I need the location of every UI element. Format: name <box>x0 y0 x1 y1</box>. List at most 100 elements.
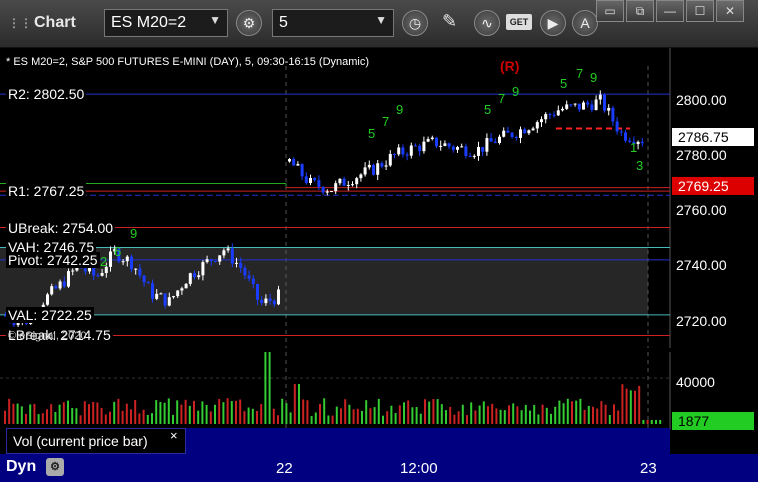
volume-current-tag: 1877 <box>672 412 754 430</box>
volume-bar <box>4 410 6 424</box>
candle-body <box>109 251 112 267</box>
volume-bar <box>197 410 200 424</box>
volume-bar <box>470 402 473 424</box>
price-tick: 2800.00 <box>676 92 727 108</box>
interval-input[interactable]: 5 ▼ <box>272 9 394 37</box>
volume-bar <box>281 398 284 424</box>
volume-bar <box>428 401 431 424</box>
grip-icon[interactable]: ⋮⋮ <box>8 16 32 30</box>
candle-body <box>264 298 268 304</box>
candle-body <box>260 299 264 304</box>
link-icon[interactable]: ⧉ <box>626 0 654 22</box>
pencil-icon[interactable]: ✎ <box>442 11 457 32</box>
candle-body <box>485 138 489 152</box>
price-chart[interactable]: 57957957913269 * ES M20=2, S&P 500 FUTUR… <box>0 48 758 348</box>
level-label: R2: 2802.50 <box>6 86 87 103</box>
candle-body <box>317 180 321 187</box>
chevron-down-icon[interactable]: ▼ <box>375 13 387 27</box>
volume-bar <box>625 388 628 424</box>
alert-icon[interactable]: A <box>572 10 598 36</box>
volume-bar <box>92 401 95 424</box>
candle-body <box>272 300 276 305</box>
maximize-icon[interactable]: ☐ <box>686 0 714 22</box>
candle-body <box>405 154 409 156</box>
symbol-input[interactable]: ES M20=2 ▼ <box>104 9 228 37</box>
volume-bar <box>134 399 137 424</box>
volume-bar <box>327 415 330 424</box>
candle-body <box>330 191 333 193</box>
volume-bar <box>172 414 174 424</box>
price-tick: 2720.00 <box>676 313 727 329</box>
volume-bar <box>235 400 237 424</box>
candle-body <box>351 184 354 186</box>
chevron-down-icon[interactable]: ▼ <box>209 13 221 27</box>
candle-body <box>58 281 62 289</box>
get-icon[interactable]: GET <box>506 14 532 30</box>
copyright: © eSignal, 2020 <box>8 330 87 342</box>
candle-body <box>201 262 205 276</box>
volume-bar <box>75 408 78 424</box>
candle-body <box>640 141 644 144</box>
candle-body <box>561 108 564 111</box>
volume-bar <box>377 398 380 424</box>
volume-bar <box>554 406 557 424</box>
dynamic-label[interactable]: Dyn <box>6 458 36 476</box>
volume-bar <box>583 409 586 424</box>
volume-bar <box>176 400 179 424</box>
sequence-count: 6 <box>114 244 121 259</box>
volume-bar <box>58 404 61 424</box>
study-icon[interactable]: ∿ <box>474 10 500 36</box>
volume-bar <box>638 385 641 424</box>
gear-icon[interactable]: ⚙ <box>236 10 262 36</box>
candle-body <box>155 293 159 299</box>
volume-bar <box>545 407 548 424</box>
sequence-count: 9 <box>396 102 403 117</box>
sequence-count: 5 <box>484 102 491 117</box>
candle-body <box>624 132 627 141</box>
candle-body <box>573 103 577 105</box>
play-icon[interactable]: ▶ <box>540 10 566 36</box>
candle-body <box>146 282 150 284</box>
volume-bar <box>159 401 162 424</box>
volume-bar <box>352 409 355 424</box>
volume-bar <box>272 408 275 424</box>
volume-bar <box>650 420 653 424</box>
candle-body <box>414 145 417 147</box>
volume-bar <box>537 414 540 424</box>
sequence-count: 2 <box>100 254 107 269</box>
candle-body <box>176 290 180 297</box>
sequence-count: 7 <box>498 91 505 106</box>
candle-body <box>230 248 234 264</box>
restore-icon[interactable]: ▭ <box>596 0 624 22</box>
volume-study-label[interactable]: Vol (current price bar) <box>6 428 186 454</box>
volume-chart[interactable]: 40000 1877 <box>0 352 758 430</box>
candle-body <box>388 153 392 166</box>
volume-bar <box>655 420 657 424</box>
candle-body <box>384 165 388 167</box>
volume-bar <box>142 409 145 424</box>
volume-chart-canvas[interactable] <box>0 352 758 430</box>
candle-body <box>506 130 510 133</box>
clock-icon[interactable]: ◷ <box>402 10 428 36</box>
minimize-icon[interactable]: — <box>656 0 684 22</box>
close-icon[interactable]: × <box>170 428 178 443</box>
close-icon[interactable]: ✕ <box>716 0 744 22</box>
candle-body <box>426 139 430 142</box>
volume-bar <box>314 412 317 424</box>
candle-body <box>586 102 590 105</box>
volume-bar <box>117 398 120 424</box>
time-axis[interactable]: Dyn ⚙ 22 12:00 23 <box>0 454 758 482</box>
volume-bar <box>268 352 271 424</box>
volume-bar <box>16 403 19 424</box>
candle-body <box>472 155 476 157</box>
candle-body <box>397 147 401 155</box>
volume-bar <box>348 404 351 424</box>
volume-bar <box>495 408 498 424</box>
volume-bar <box>613 404 615 424</box>
price-chart-canvas[interactable]: 579 57 957 913269 <box>0 48 758 348</box>
candle-body <box>251 278 255 285</box>
settings-icon[interactable]: ⚙ <box>46 458 64 476</box>
volume-bar <box>608 415 611 424</box>
level-label: R1: 2767.25 <box>6 183 87 200</box>
volume-bar <box>604 404 607 424</box>
